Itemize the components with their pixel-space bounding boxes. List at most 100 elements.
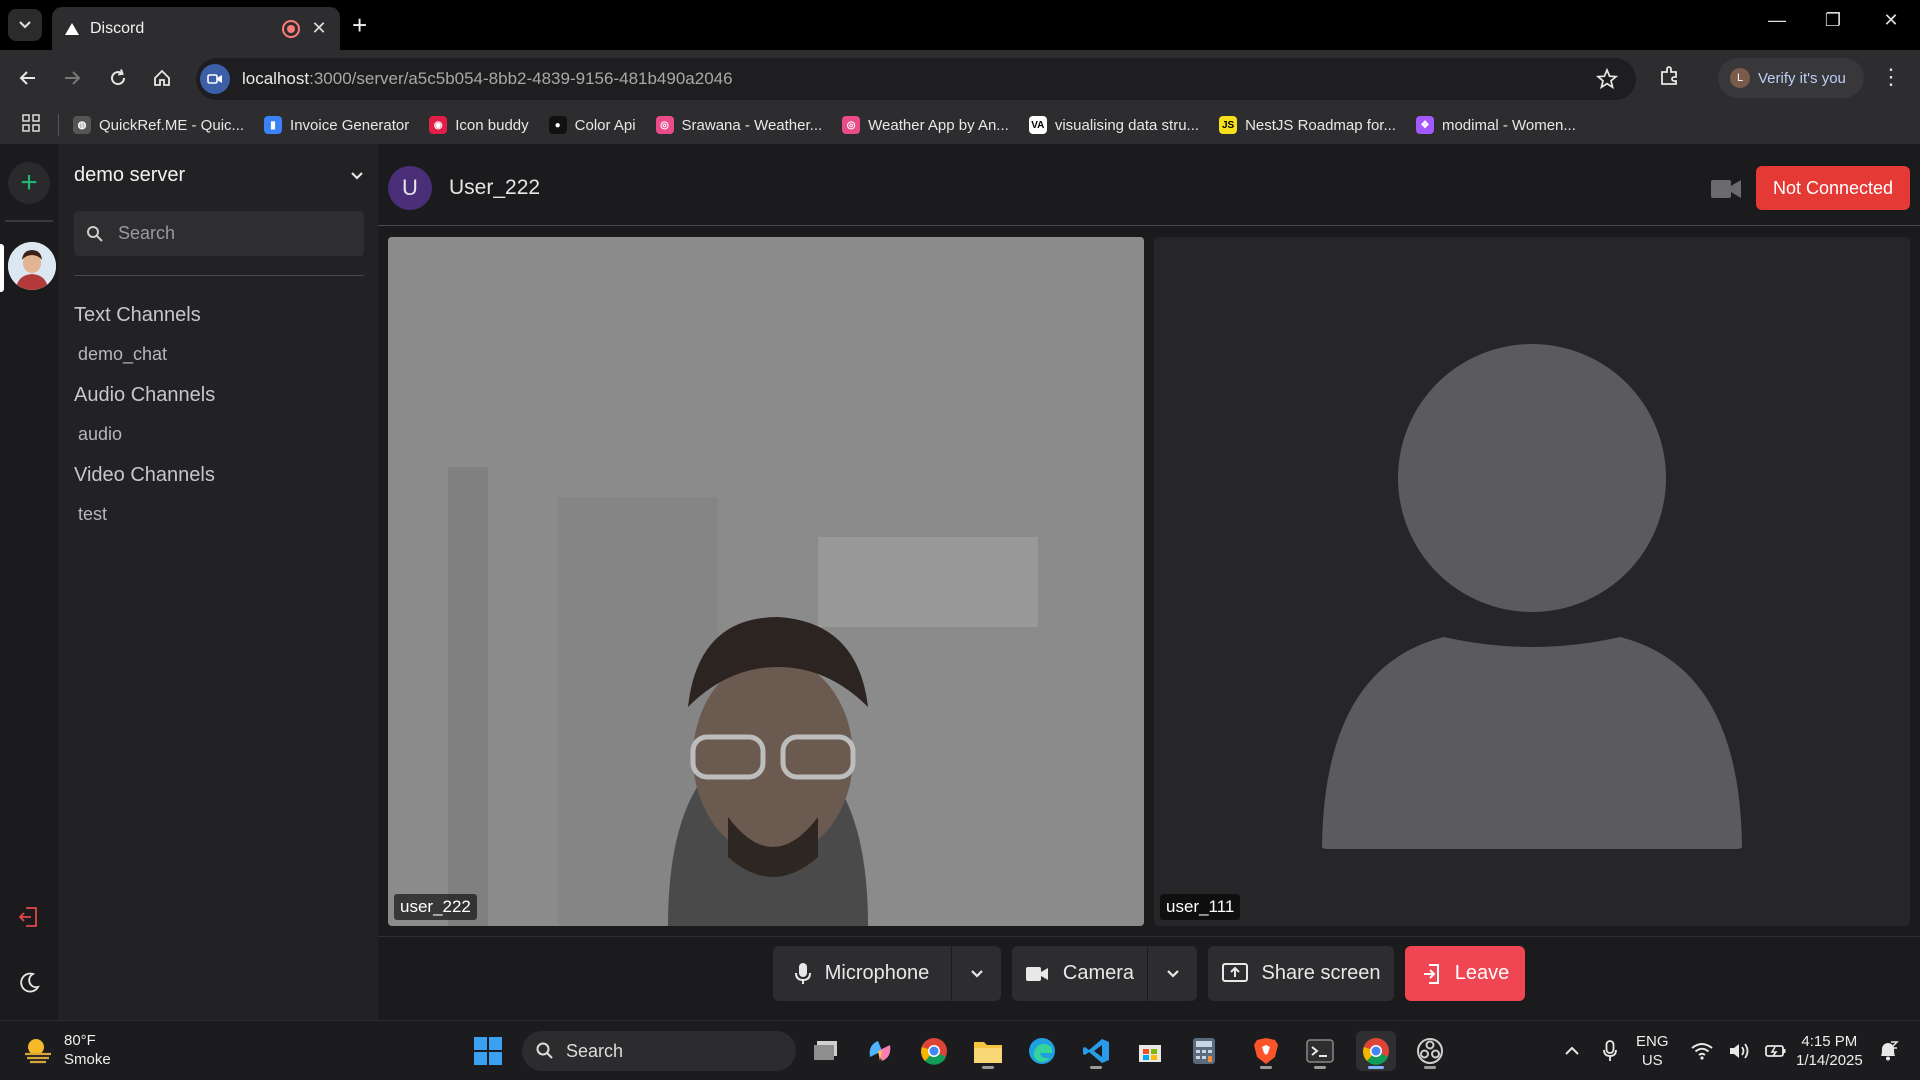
show-hidden-icons-button[interactable] (1552, 1031, 1592, 1071)
battery-icon (1764, 1045, 1786, 1057)
tab-search-button[interactable] (8, 9, 42, 41)
channel-search-input[interactable]: Search (74, 211, 364, 256)
minimize-button[interactable]: — (1762, 10, 1792, 31)
bookmark-item[interactable]: ◉ Icon buddy (429, 116, 529, 134)
star-icon (1595, 67, 1619, 90)
notifications-button[interactable] (1868, 1031, 1908, 1071)
chevron-up-icon (1565, 1046, 1579, 1055)
channel-item[interactable]: audio (78, 424, 122, 445)
start-button[interactable] (468, 1031, 508, 1071)
brave-icon[interactable] (1246, 1031, 1286, 1071)
category-audio-channels[interactable]: Audio Channels (74, 384, 215, 407)
microphone-button[interactable]: Microphone (773, 946, 951, 1001)
extensions-button[interactable] (1658, 64, 1682, 93)
call-controls: Microphone Camera Share screen Leave (378, 936, 1920, 1020)
wifi-icon (1691, 1043, 1713, 1060)
store-icon[interactable] (1130, 1031, 1170, 1071)
participant-tile[interactable]: user_111 (1154, 237, 1910, 926)
bookmark-item[interactable]: ◎ Weather App by An... (842, 116, 1009, 134)
obs-icon[interactable] (1410, 1031, 1450, 1071)
bookmark-item[interactable]: ▮ Invoice Generator (264, 116, 409, 134)
connection-status-button[interactable]: Not Connected (1756, 166, 1910, 210)
home-button[interactable] (148, 64, 176, 92)
quick-settings-button[interactable] (1684, 1031, 1794, 1071)
arrow-right-icon (65, 71, 81, 85)
chevron-down-icon (351, 171, 363, 180)
clock[interactable]: 4:15 PM 1/14/2025 (1796, 1032, 1863, 1070)
channel-item[interactable]: demo_chat (78, 344, 167, 365)
bookmark-item[interactable]: ◎ Srawana - Weather... (655, 116, 822, 134)
camera-options-button[interactable] (1147, 946, 1197, 1001)
restore-button[interactable]: ❐ (1818, 10, 1848, 31)
channel-item[interactable]: test (78, 504, 107, 525)
category-text-channels[interactable]: Text Channels (74, 304, 201, 327)
profile-verify-button[interactable]: L Verify it's you (1718, 58, 1864, 98)
user-name: User_222 (449, 176, 541, 199)
bookmark-item[interactable]: ● Color Api (548, 116, 636, 134)
reload-button[interactable] (104, 64, 132, 92)
leave-call-button[interactable]: Leave (1405, 946, 1525, 1001)
bookmark-label: NestJS Roadmap for... (1245, 116, 1396, 134)
back-button[interactable] (14, 64, 42, 92)
file-explorer-icon[interactable] (968, 1031, 1008, 1071)
bookmark-item[interactable]: ◍ QuickRef.ME - Quic... (73, 116, 244, 134)
chrome-taskbar-icon[interactable] (914, 1031, 954, 1071)
edge-icon[interactable] (1022, 1031, 1062, 1071)
close-tab-icon[interactable]: ✕ (310, 18, 328, 39)
leave-label: Leave (1454, 962, 1510, 984)
bookmark-item[interactable]: ❖ modimal - Women... (1415, 116, 1576, 134)
github-icon: ● (548, 116, 567, 134)
chrome-active-taskbar-icon[interactable] (1356, 1031, 1396, 1071)
camera-label: Camera (1062, 962, 1135, 984)
share-screen-button[interactable]: Share screen (1208, 946, 1394, 1001)
logout-button[interactable] (16, 904, 42, 935)
dribbble-icon: ◎ (655, 116, 674, 134)
vscode-icon[interactable] (1076, 1031, 1116, 1071)
server-avatar[interactable] (8, 242, 56, 290)
microphone-options-button[interactable] (951, 946, 1001, 1001)
video-camera-icon (207, 74, 222, 84)
close-window-button[interactable]: ✕ (1876, 10, 1906, 31)
chevron-down-icon (1166, 969, 1179, 978)
weather-widget[interactable]: 80°F Smoke (22, 1031, 111, 1069)
bookmark-label: Invoice Generator (290, 116, 410, 134)
bookmark-item[interactable]: VA visualising data stru... (1028, 116, 1199, 134)
tab-favicon-icon (65, 22, 79, 35)
channel-sidebar: demo server Search Text Channels demo_ch… (58, 144, 378, 1020)
task-view-icon[interactable] (806, 1031, 846, 1071)
microphone-tray-icon[interactable] (1590, 1031, 1630, 1071)
bookmark-label: Icon buddy (455, 116, 529, 134)
terminal-icon[interactable] (1300, 1031, 1340, 1071)
participant-tile[interactable]: user_222 (388, 237, 1144, 926)
add-server-button[interactable]: + (8, 162, 50, 204)
camera-button[interactable]: Camera (1012, 946, 1147, 1001)
windows-taskbar: 80°F Smoke Search ENG US 4:15 PM 1/14/20… (0, 1020, 1920, 1080)
dribbble-icon: ◎ (842, 116, 861, 134)
copilot-icon[interactable] (860, 1031, 900, 1071)
browser-tab-discord[interactable]: Discord ✕ (52, 7, 340, 50)
theme-toggle-button[interactable] (16, 970, 42, 1001)
forward-button[interactable] (58, 64, 86, 92)
search-placeholder: Search (118, 223, 176, 243)
rail-divider (5, 220, 53, 222)
site-info-icon[interactable] (200, 64, 230, 94)
category-video-channels[interactable]: Video Channels (74, 464, 215, 487)
bookmarks-separator (58, 114, 59, 136)
browser-toolbar: localhost:3000/server/a5c5b054-8bb2-4839… (0, 50, 1920, 106)
apps-grid-icon[interactable] (22, 113, 40, 137)
address-bar[interactable]: localhost:3000/server/a5c5b054-8bb2-4839… (196, 58, 1636, 100)
active-server-indicator (0, 244, 4, 292)
doc-icon: ▮ (264, 116, 283, 134)
video-camera-icon (1025, 966, 1048, 981)
bookmark-star-button[interactable] (1595, 67, 1619, 95)
browser-menu-button[interactable]: ⋮ (1880, 64, 1902, 90)
calculator-icon[interactable] (1184, 1031, 1224, 1071)
taskbar-search[interactable]: Search (522, 1031, 796, 1071)
taskbar-search-label: Search (566, 1040, 624, 1061)
bookmark-item[interactable]: JS NestJS Roadmap for... (1219, 116, 1396, 134)
weather-desc: Smoke (64, 1051, 111, 1068)
clock-date: 1/14/2025 (1796, 1052, 1863, 1069)
language-indicator[interactable]: ENG US (1636, 1032, 1669, 1070)
new-tab-button[interactable]: + (352, 12, 367, 38)
server-header[interactable]: demo server (74, 164, 364, 187)
